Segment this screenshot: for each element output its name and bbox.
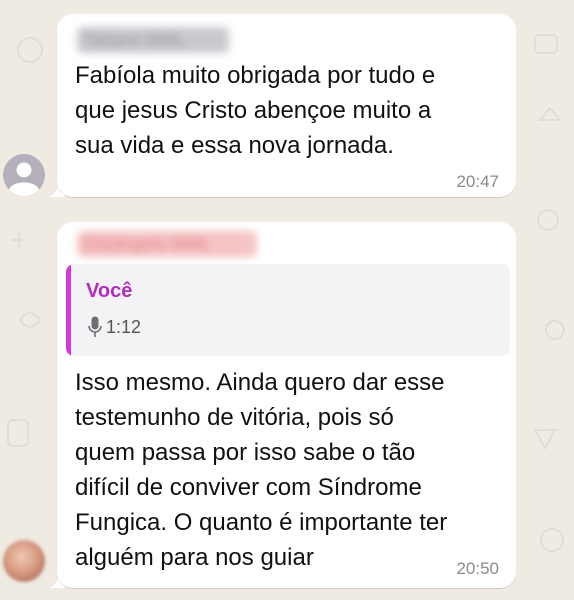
quoted-voice-message[interactable]: Você 1:12 [66, 264, 510, 356]
quote-author: Você [86, 280, 133, 302]
voice-duration-text: 1:12 [106, 317, 142, 337]
sender-avatar-default[interactable] [3, 154, 45, 196]
message-timestamp: 20:47 [456, 172, 499, 191]
mic-icon [88, 316, 102, 337]
quote-accent-bar [66, 264, 71, 356]
message-text: Isso mesmo. Ainda quero dar esse testemu… [75, 369, 448, 571]
person-icon [9, 162, 39, 196]
message-bubble[interactable]: Tatiane MML Fabíola muito obrigada por t… [57, 14, 516, 197]
message-timestamp: 20:50 [456, 559, 499, 578]
sender-avatar-photo[interactable] [3, 540, 45, 582]
message-bubble[interactable]: Elisângela MML Você 1:12 Isso mesmo. Ain… [57, 222, 516, 588]
sender-name[interactable]: Elisângela MML [77, 231, 257, 257]
sender-name[interactable]: Tatiane MML [77, 27, 229, 53]
message-text: Fabíola muito obrigada por tudo e que je… [75, 62, 436, 159]
